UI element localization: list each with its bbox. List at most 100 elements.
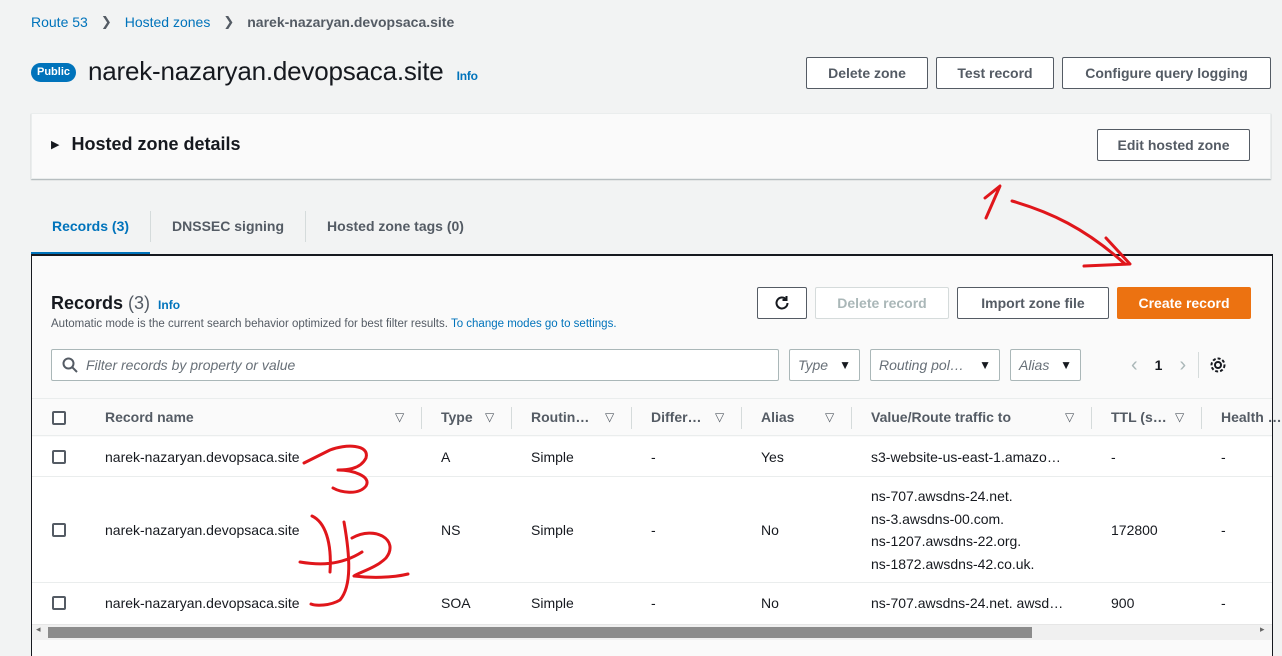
breadcrumb-current: narek-nazaryan.devopsaca.site: [247, 14, 455, 30]
scroll-left-icon[interactable]: ◂: [36, 624, 41, 635]
records-title: Records: [51, 293, 124, 313]
alias-filter-label: Alias: [1019, 357, 1050, 373]
refresh-button[interactable]: [757, 287, 807, 319]
records-header: Records (3) Info: [51, 293, 180, 314]
tab-bar: Records (3) DNSSEC signing Hosted zone t…: [31, 207, 485, 255]
filter-records-input[interactable]: Filter records by property or value: [51, 349, 779, 381]
record-type: SOA: [441, 595, 471, 611]
settings-link[interactable]: To change modes go to settings.: [451, 318, 617, 330]
configure-query-logging-button[interactable]: Configure query logging: [1062, 57, 1271, 89]
column-alias[interactable]: Alias: [761, 409, 794, 425]
record-differentiator: -: [651, 595, 656, 611]
records-count: (3): [128, 293, 151, 313]
record-differentiator: -: [651, 449, 656, 465]
record-ttl: 900: [1111, 595, 1135, 611]
routing-policy-filter-select[interactable]: Routing pol… ▼: [870, 349, 1000, 381]
annotation-number-1: [983, 184, 1002, 220]
breadcrumb: Route 53 ❯ Hosted zones ❯ narek-nazaryan…: [31, 13, 454, 31]
select-all-checkbox[interactable]: [52, 411, 66, 425]
column-ttl[interactable]: TTL (s…: [1111, 409, 1167, 425]
table-row[interactable]: narek-nazaryan.devopsaca.site NS Simple …: [32, 477, 1272, 583]
table-row[interactable]: narek-nazaryan.devopsaca.site A Simple -…: [32, 437, 1272, 477]
sort-down-icon[interactable]: ▽: [1175, 410, 1184, 424]
hosted-zone-details-title: Hosted zone details: [71, 134, 241, 154]
page-title: narek-nazaryan.devopsaca.site Info: [88, 56, 478, 87]
record-health: -: [1221, 449, 1226, 465]
record-health: -: [1221, 595, 1226, 611]
sort-down-icon[interactable]: ▽: [1065, 410, 1074, 424]
pagination: ‹ 1 ›: [1131, 352, 1227, 378]
record-alias: No: [761, 522, 779, 538]
caret-down-icon: ▼: [1060, 358, 1072, 372]
row-checkbox[interactable]: [52, 450, 66, 464]
public-badge: Public: [31, 63, 77, 82]
record-name: narek-nazaryan.devopsaca.site: [105, 449, 300, 465]
tab-dnssec-signing[interactable]: DNSSEC signing: [151, 207, 305, 245]
record-differentiator: -: [651, 522, 656, 538]
tab-records[interactable]: Records (3): [31, 207, 151, 255]
import-zone-file-button[interactable]: Import zone file: [957, 287, 1109, 319]
value-line: ns-707.awsdns-24.net.: [871, 488, 1013, 504]
table-header: Record name ▽ Type ▽ Routin… ▽ Differ… ▽…: [32, 398, 1282, 436]
alias-filter-select[interactable]: Alias ▼: [1010, 349, 1081, 381]
column-divider[interactable]: [421, 407, 422, 429]
routing-filter-label: Routing pol…: [879, 357, 964, 373]
row-checkbox[interactable]: [52, 596, 66, 610]
column-divider[interactable]: [851, 407, 852, 429]
record-alias: Yes: [761, 449, 784, 465]
column-differentiator[interactable]: Differ…: [651, 409, 702, 425]
chevron-left-icon[interactable]: ‹: [1131, 354, 1138, 377]
record-ttl: 172800: [1111, 522, 1158, 538]
gear-icon[interactable]: [1209, 356, 1227, 374]
record-value: s3-website-us-east-1.amazo…: [871, 449, 1061, 465]
breadcrumb-hosted-zones[interactable]: Hosted zones: [125, 14, 211, 30]
column-record-name[interactable]: Record name: [105, 409, 194, 425]
column-type[interactable]: Type: [441, 409, 473, 425]
sort-down-icon[interactable]: ▽: [715, 410, 724, 424]
records-info-link[interactable]: Info: [158, 298, 180, 312]
tab-hosted-zone-tags[interactable]: Hosted zone tags (0): [306, 207, 485, 245]
column-health[interactable]: Health …: [1221, 409, 1282, 425]
pager-divider: [1198, 352, 1200, 378]
create-record-button[interactable]: Create record: [1117, 287, 1251, 319]
sort-down-icon[interactable]: ▽: [825, 410, 834, 424]
column-divider[interactable]: [1091, 407, 1092, 429]
records-description: Automatic mode is the current search beh…: [51, 318, 617, 330]
record-routing: Simple: [531, 522, 574, 538]
column-divider[interactable]: [631, 407, 632, 429]
test-record-button[interactable]: Test record: [936, 57, 1054, 89]
sort-down-icon[interactable]: ▽: [485, 410, 494, 424]
column-value[interactable]: Value/Route traffic to: [871, 409, 1011, 425]
edit-hosted-zone-button[interactable]: Edit hosted zone: [1097, 129, 1250, 161]
title-info-link[interactable]: Info: [457, 69, 478, 83]
search-mode-text: Automatic mode is the current search beh…: [51, 318, 448, 330]
caret-down-icon: ▼: [979, 358, 991, 372]
column-divider[interactable]: [1201, 407, 1202, 429]
hosted-zone-details-toggle[interactable]: ▶ Hosted zone details: [51, 134, 241, 155]
sort-down-icon[interactable]: ▽: [605, 410, 614, 424]
table-row[interactable]: narek-nazaryan.devopsaca.site SOA Simple…: [32, 583, 1272, 624]
record-routing: Simple: [531, 595, 574, 611]
delete-record-button[interactable]: Delete record: [815, 287, 949, 319]
delete-zone-button[interactable]: Delete zone: [806, 57, 928, 89]
sort-down-icon[interactable]: ▽: [395, 410, 404, 424]
breadcrumb-route53[interactable]: Route 53: [31, 14, 88, 30]
chevron-right-icon[interactable]: ›: [1179, 354, 1186, 377]
column-divider[interactable]: [741, 407, 742, 429]
search-icon: [62, 357, 78, 373]
record-alias: No: [761, 595, 779, 611]
value-line: ns-3.awsdns-00.com.: [871, 510, 1005, 527]
record-ttl: -: [1111, 449, 1116, 465]
caret-down-icon: ▼: [839, 358, 851, 372]
column-routing[interactable]: Routin…: [531, 409, 589, 425]
filter-placeholder: Filter records by property or value: [86, 357, 296, 373]
type-filter-select[interactable]: Type ▼: [789, 349, 860, 381]
scroll-right-icon[interactable]: ▸: [1260, 624, 1265, 635]
record-value: ns-707.awsdns-24.net. awsd…: [871, 595, 1064, 611]
page-title-text: narek-nazaryan.devopsaca.site: [88, 56, 444, 86]
column-divider[interactable]: [511, 407, 512, 429]
page-number[interactable]: 1: [1155, 357, 1163, 373]
row-checkbox[interactable]: [52, 523, 66, 537]
type-filter-label: Type: [798, 357, 829, 373]
scrollbar-thumb[interactable]: [48, 627, 1032, 638]
